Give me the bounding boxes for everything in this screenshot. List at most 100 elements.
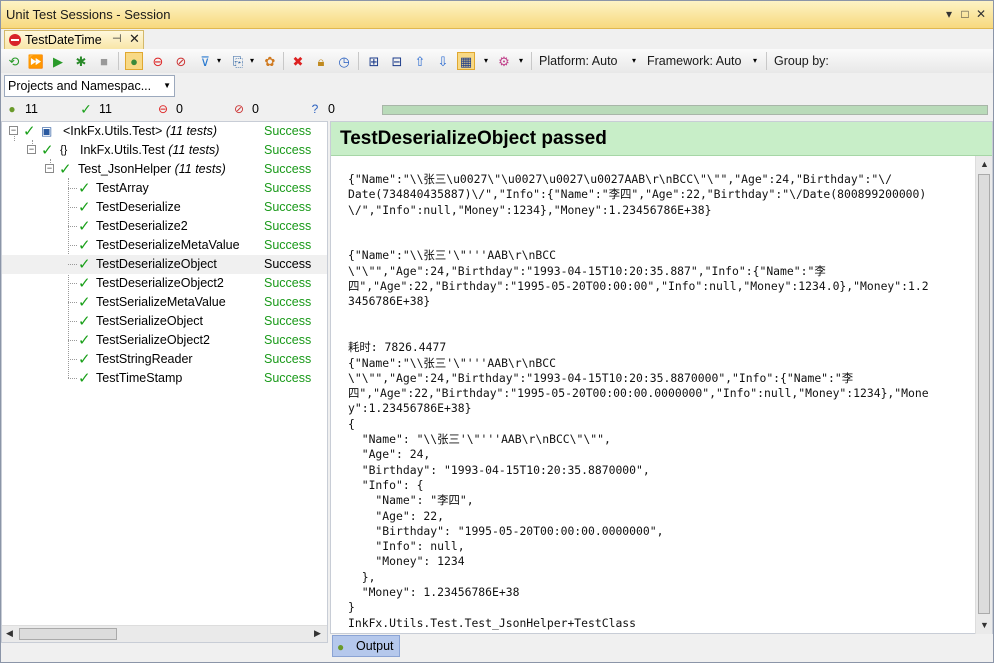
check-icon: ✓ [23,123,36,140]
unknown-count[interactable]: ? 0 [308,102,335,116]
check-icon: ✓ [80,100,92,117]
log-line: InkFx.Utils.Test.Test_JsonHelper+TestCla… [348,615,637,630]
tab-close-icon[interactable]: ✕ [129,31,140,47]
tree-guide [68,378,77,379]
scroll-down-icon[interactable]: ▼ [980,620,989,630]
status-text: Success [264,143,312,157]
close-icon[interactable]: ✕ [973,6,989,22]
test-row[interactable]: ✓ TestDeserialize2 Success [2,217,327,236]
show-ignored-icon[interactable]: ⊘ [172,52,190,70]
tree-node-namespace[interactable]: − ✓ {} InkFx.Utils.Test (11 tests) Succe… [2,141,327,160]
tab-output[interactable]: ● Output [332,635,400,657]
previous-arrow-icon[interactable]: ⇧ [411,52,429,70]
test-row[interactable]: ✓ TestDeserializeObject Success [2,255,327,274]
scroll-thumb[interactable] [978,174,990,614]
maximize-icon[interactable]: □ [957,6,973,22]
test-row[interactable]: ✓ TestDeserializeObject2 Success [2,274,327,293]
toolbar-separator [531,52,532,70]
chevron-down-icon: ▼ [163,81,171,90]
project-name: <InkFx.Utils.Test> (11 tests) [63,124,217,138]
ignored-count[interactable]: ⊘ 0 [232,102,259,116]
show-passed-icon[interactable]: ● [125,52,143,70]
remove-icon[interactable]: ✖ [289,52,307,70]
tree-node-fixture[interactable]: − ✓ Test_JsonHelper (11 tests) Success [2,160,327,179]
framework-dropdown-arrow-icon[interactable]: ▾ [746,52,764,70]
test-name: TestDeserialize2 [96,219,188,233]
scroll-left-icon[interactable]: ◀ [6,628,13,639]
tab-testdatetime[interactable]: TestDateTime ⊣ ✕ [4,30,144,49]
collapse-icon[interactable]: − [45,164,54,173]
output-vertical-scrollbar[interactable]: ▲ ▼ [975,156,992,634]
scroll-thumb[interactable] [19,628,117,640]
run-icon[interactable]: ▶ [49,52,67,70]
test-row[interactable]: ✓ TestTimeStamp Success [2,369,327,388]
clock-icon[interactable]: ◷ [335,52,353,70]
test-row[interactable]: ✓ TestSerializeObject2 Success [2,331,327,350]
export-dropdown-icon[interactable]: ▾ [243,52,261,70]
failed-count[interactable]: ⊖ 0 [156,102,183,116]
log-line: } [348,600,355,615]
lock-icon[interactable]: 🔒︎ [312,52,330,70]
run-all-icon[interactable]: ⟲ [5,52,23,70]
settings-dropdown-icon[interactable]: ▾ [512,52,530,70]
check-icon: ✓ [78,332,91,349]
paw-icon[interactable]: ✿ [261,52,279,70]
test-row[interactable]: ✓ TestSerializeMetaValue Success [2,293,327,312]
platform-dropdown[interactable]: Platform: Auto [539,54,618,68]
check-icon: ✓ [41,142,54,159]
status-counters: ● 11 ✓ 11 ⊖ 0 ⊘ 0 ? 0 [1,100,993,120]
output-log[interactable]: {"Name":"\\张三\u0027\"\u0027\u0027\u0027A… [348,172,968,631]
result-title: TestDeserializeObject passed [340,128,607,149]
check-icon: ✓ [78,313,91,330]
layout-dropdown-icon[interactable]: ▾ [477,52,495,70]
test-row[interactable]: ✓ TestSerializeObject Success [2,312,327,331]
stop-run-icon[interactable]: ■ [95,52,113,70]
tree-node-project[interactable]: − ✓ ▣ <InkFx.Utils.Test> (11 tests) Succ… [2,122,327,141]
run-fast-forward-icon[interactable]: ⏩ [27,52,45,70]
collapse-icon[interactable]: − [27,145,36,154]
toolbar-separator [118,52,119,70]
test-row[interactable]: ✓ TestStringReader Success [2,350,327,369]
scroll-up-icon[interactable]: ▲ [980,159,989,169]
collapse-icon[interactable]: − [9,126,18,135]
toolbar-separator [358,52,359,70]
status-text: Success [264,276,312,290]
test-row[interactable]: ✓ TestArray Success [2,179,327,198]
passed-count[interactable]: ✓ 11 [79,100,112,117]
log-line: y":1.23456786E+38} [348,401,472,416]
test-row[interactable]: ✓ TestDeserializeMetaValue Success [2,236,327,255]
namespace-braces-icon: {} [60,144,68,156]
test-name: TestDeserializeObject2 [96,276,224,290]
total-count[interactable]: ● 11 [5,102,38,116]
log-line: 四","Age":22,"Birthday":"1995-05-20T00:00… [348,279,929,294]
log-line: 四","Age":22,"Birthday":"1995-05-20T00:00… [348,386,929,401]
log-line: "Birthday": "1995-05-20T00:00:00.0000000… [348,523,664,538]
platform-dropdown-arrow-icon[interactable]: ▾ [625,52,643,70]
scroll-right-icon[interactable]: ▶ [314,628,321,639]
check-icon: ✓ [78,180,91,197]
pin-icon[interactable]: ⊣ [112,32,122,45]
filter-dropdown-icon[interactable]: ▾ [210,52,228,70]
debug-bug-icon[interactable]: ✱ [72,52,90,70]
show-failed-icon[interactable]: ⊖ [149,52,167,70]
layout-icon[interactable]: ▦ [457,52,475,70]
tree-guide [68,359,77,360]
settings-icon[interactable]: ⚙ [495,52,513,70]
tree-guide [68,264,77,265]
dropdown-arrow-icon[interactable]: ▾ [941,6,957,22]
log-line: }, [348,569,376,584]
output-pane: TestDeserializeObject passed {"Name":"\\… [330,121,993,634]
tests-icon: ● [8,102,16,116]
test-name: TestArray [96,181,149,195]
next-arrow-icon[interactable]: ⇩ [434,52,452,70]
collapse-all-icon[interactable]: ⊟ [388,52,406,70]
log-line: {"Name":"\\张三\u0027\"\u0027\u0027\u0027A… [348,172,892,186]
tree-horizontal-scrollbar[interactable]: ◀ ▶ [2,625,327,642]
question-icon: ? [311,102,319,116]
test-row[interactable]: ✓ TestDeserialize Success [2,198,327,217]
framework-dropdown[interactable]: Framework: Auto [647,54,741,68]
expand-all-icon[interactable]: ⊞ [365,52,383,70]
group-by-label[interactable]: Group by: [774,54,829,68]
grouping-select[interactable]: Projects and Namespac... ▼ [4,75,175,97]
